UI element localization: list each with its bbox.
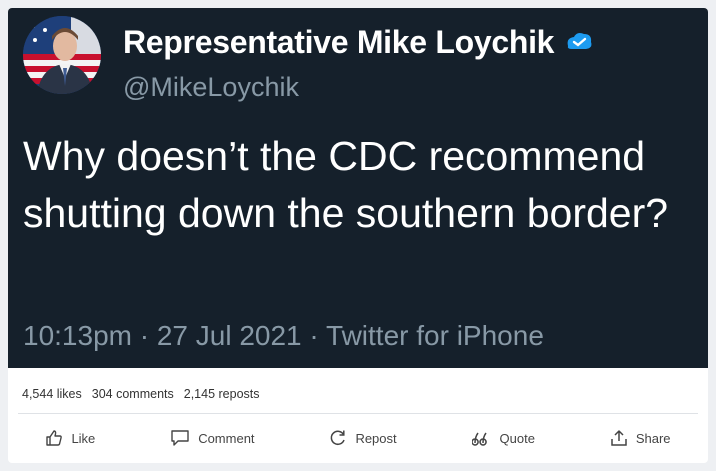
share-label: Share [635, 430, 671, 446]
avatar[interactable] [23, 16, 101, 94]
comments-count[interactable]: 304 comments [92, 387, 174, 401]
likes-count[interactable]: 4,544 likes [22, 387, 82, 401]
share-button[interactable]: Share [610, 429, 671, 447]
quote-button[interactable]: Quote [471, 429, 535, 447]
repost-button[interactable]: Repost [329, 429, 397, 447]
tweet-screenshot: Representative Mike Loychik @MikeLoychik… [8, 8, 708, 368]
divider [18, 413, 698, 414]
handle[interactable]: @MikeLoychik [123, 72, 299, 103]
post-card: Representative Mike Loychik @MikeLoychik… [8, 8, 708, 463]
comment-button[interactable]: Comment [170, 429, 255, 447]
like-icon [45, 429, 63, 447]
tweet-text: Why doesn’t the CDC recommend shutting d… [23, 133, 669, 236]
like-label: Like [71, 430, 96, 446]
reposts-count[interactable]: 2,145 reposts [184, 387, 260, 401]
tweet-timestamp: 10:13pm · 27 Jul 2021 · Twitter for iPho… [23, 320, 544, 351]
verified-badge-icon [564, 30, 594, 57]
display-name[interactable]: Representative Mike Loychik [123, 24, 554, 61]
engagement-stats: 4,544 likes 304 comments 2,145 reposts [22, 387, 260, 401]
comment-icon [170, 429, 190, 447]
share-icon [610, 429, 628, 447]
quote-icon [471, 429, 492, 447]
quote-label: Quote [499, 430, 535, 446]
comment-label: Comment [198, 430, 255, 446]
repost-icon [329, 429, 347, 447]
like-button[interactable]: Like [45, 429, 95, 447]
repost-label: Repost [355, 430, 397, 446]
action-bar: Like Comment Repost Quote Share [8, 424, 708, 452]
